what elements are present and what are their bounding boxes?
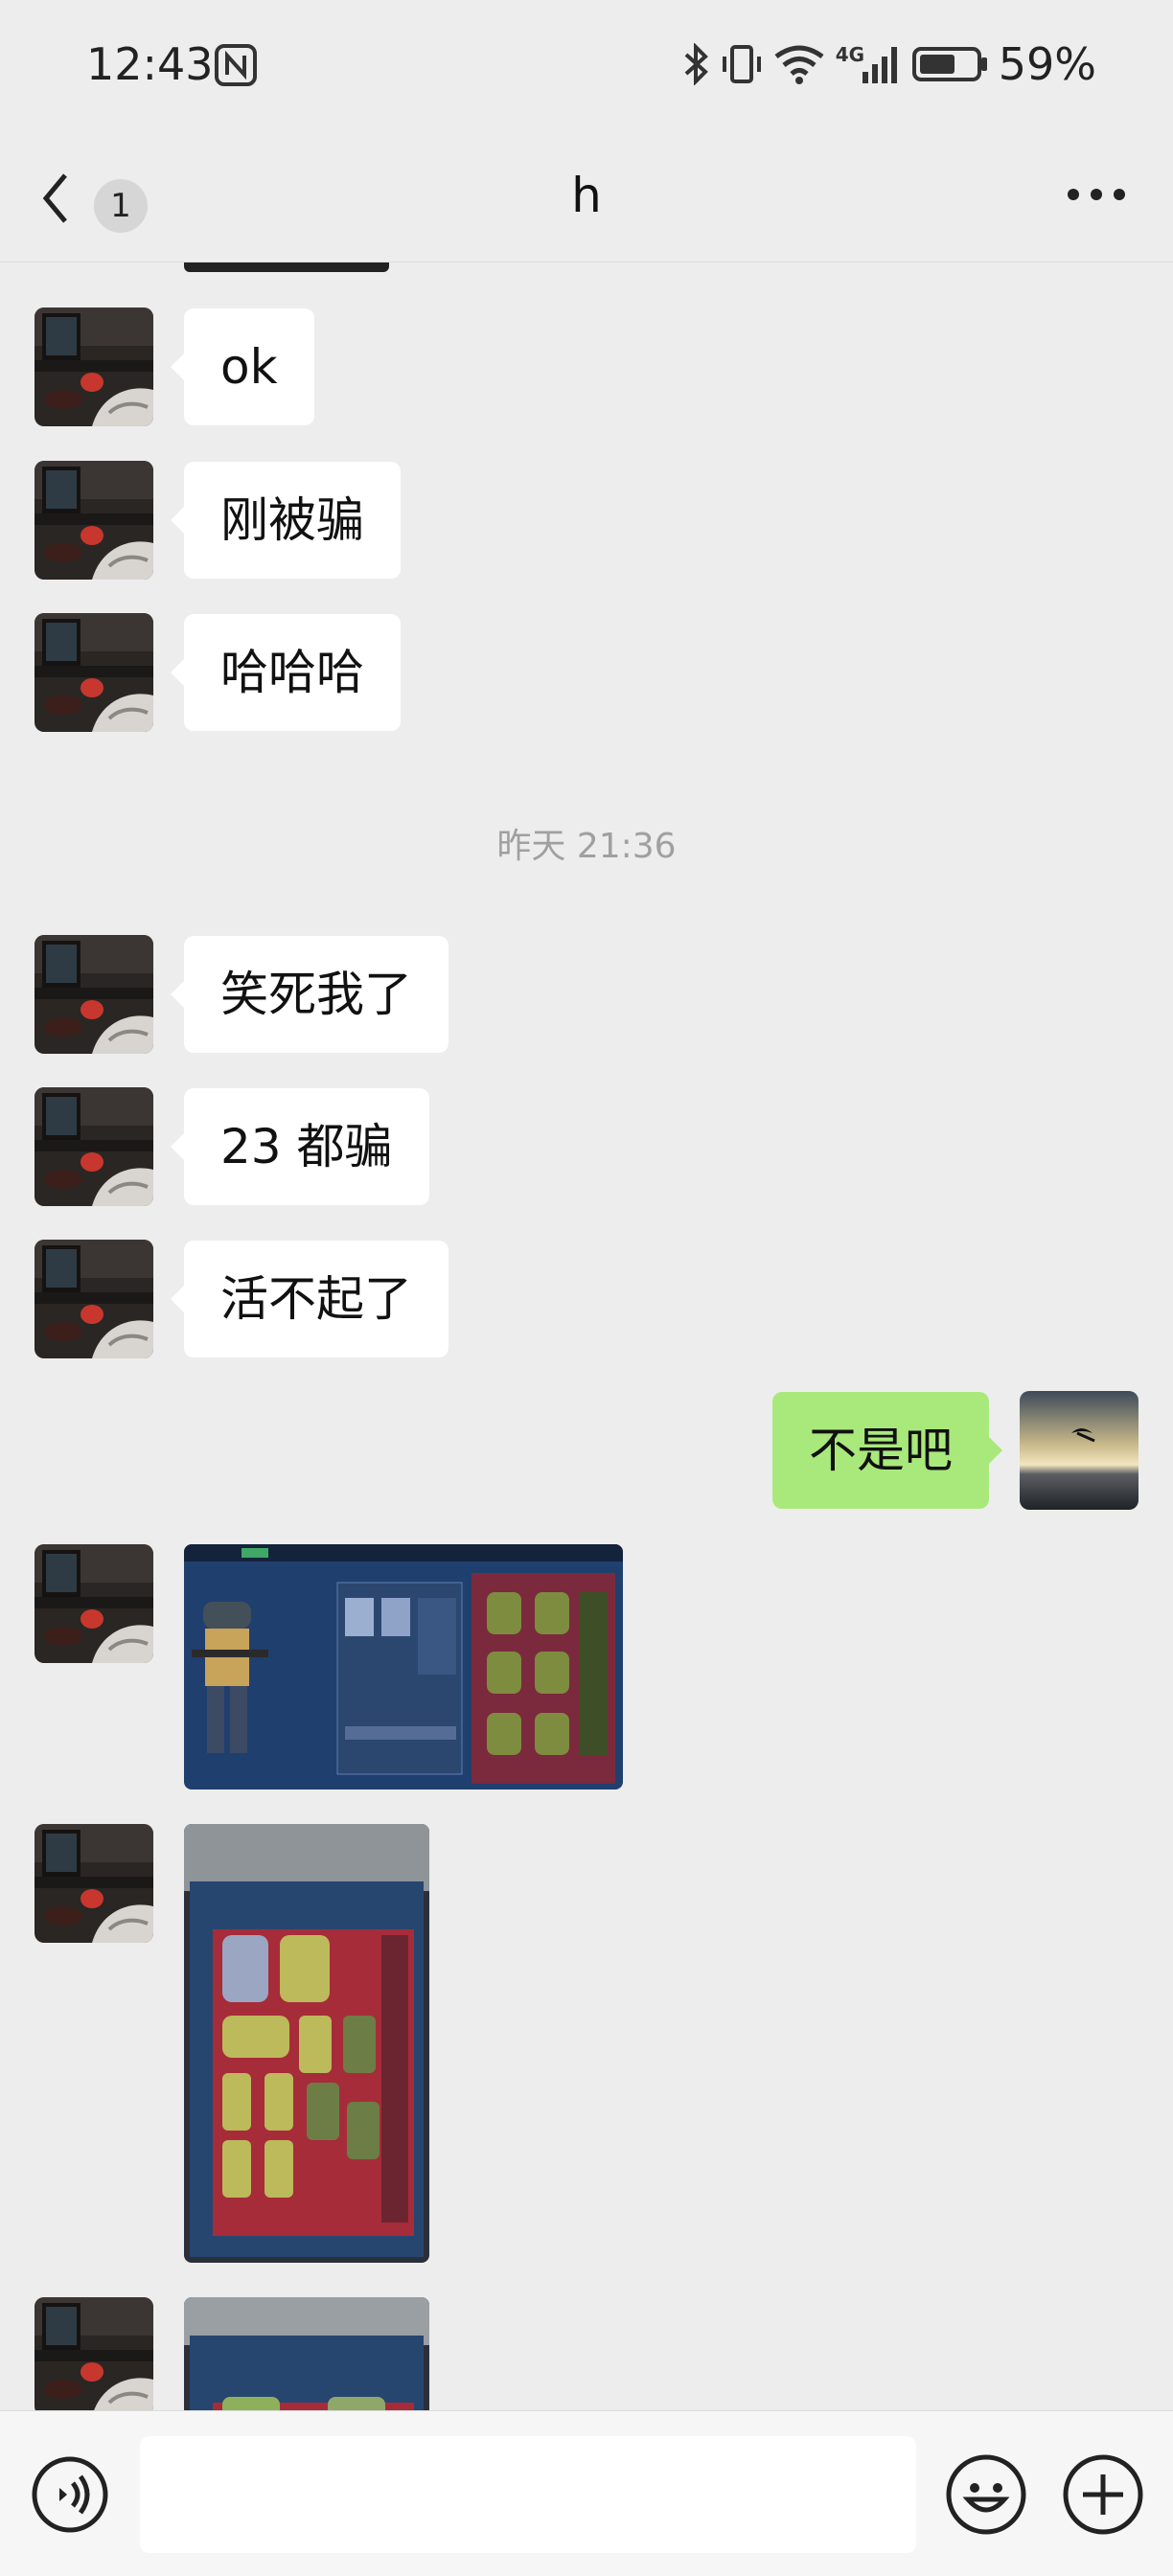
friend-avatar[interactable] <box>34 308 153 426</box>
status-right-group: 4G 59% <box>682 38 1096 90</box>
image-message-photo[interactable] <box>184 1824 429 2263</box>
friend-avatar[interactable] <box>34 1087 153 1206</box>
message-bubble[interactable]: 23 都骗 <box>171 1088 429 1205</box>
cellular-signal-icon: 4G <box>836 43 903 85</box>
friend-avatar[interactable] <box>34 1824 153 1943</box>
message-bubble[interactable]: 哈哈哈 <box>171 614 401 731</box>
friend-avatar[interactable] <box>34 461 153 580</box>
chat-title: h <box>571 168 602 223</box>
image-message-photo[interactable] <box>184 2297 429 2410</box>
emoji-icon[interactable] <box>945 2453 1027 2536</box>
friend-avatar[interactable] <box>34 935 153 1054</box>
vibrate-icon <box>722 45 761 83</box>
status-bar: 12:43 4G 59% <box>0 0 1173 139</box>
input-bar <box>0 2410 1173 2576</box>
nfc-icon <box>215 44 257 86</box>
more-dots-icon[interactable] <box>1058 166 1135 223</box>
status-time: 12:43 <box>86 38 214 90</box>
message-bubble[interactable]: 活不起了 <box>171 1241 448 1357</box>
friend-avatar[interactable] <box>34 2297 153 2410</box>
message-bubble[interactable]: ok <box>171 308 314 425</box>
self-avatar[interactable] <box>1020 1391 1138 1510</box>
message-input[interactable] <box>140 2436 916 2553</box>
message-timestamp: 昨天 21:36 <box>496 827 677 866</box>
message-list[interactable]: ok 刚被骗 哈哈哈 昨天 21:36 笑死我了 23 都骗 活不起了 不是吧 <box>0 262 1173 2410</box>
chat-header: 1 h <box>0 139 1173 262</box>
bluetooth-icon <box>684 43 708 85</box>
plus-icon[interactable] <box>1062 2453 1144 2536</box>
friend-avatar[interactable] <box>34 1240 153 1358</box>
voice-icon[interactable] <box>31 2455 109 2534</box>
battery-percent: 59% <box>998 38 1096 90</box>
wifi-icon <box>774 45 824 84</box>
previous-image-fragment[interactable] <box>184 262 389 272</box>
message-bubble[interactable]: 刚被骗 <box>171 462 401 579</box>
image-message-screenshot[interactable] <box>184 1544 623 1790</box>
friend-avatar[interactable] <box>34 613 153 732</box>
friend-avatar[interactable] <box>34 1544 153 1663</box>
outgoing-message-bubble[interactable]: 不是吧 <box>772 1392 1002 1509</box>
battery-icon <box>911 47 987 81</box>
message-bubble[interactable]: 笑死我了 <box>171 936 448 1053</box>
